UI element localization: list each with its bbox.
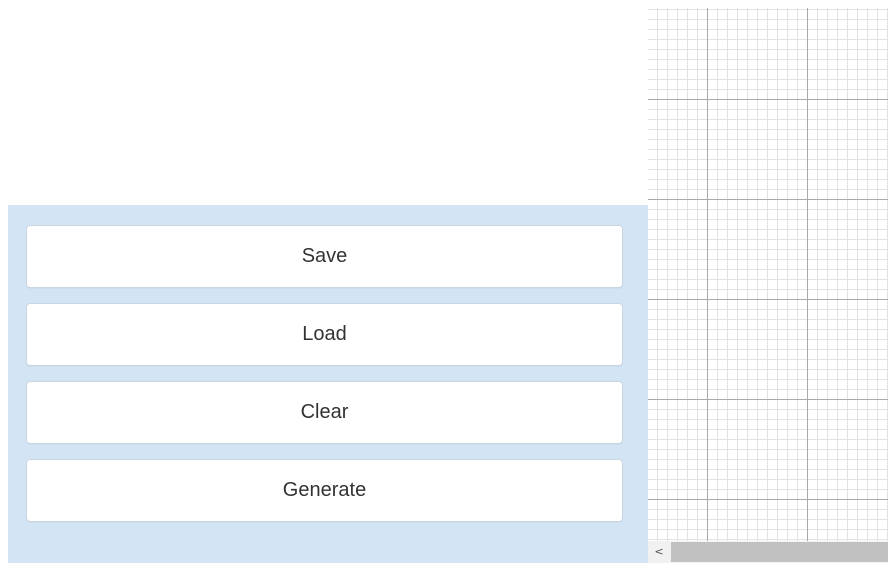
horizontal-scrollbar[interactable]: <: [648, 541, 888, 563]
generate-button[interactable]: Generate: [26, 459, 623, 522]
scrollbar-thumb[interactable]: [671, 542, 888, 562]
chevron-left-icon[interactable]: <: [648, 541, 670, 563]
button-panel: Save Load Clear Generate: [8, 205, 648, 563]
load-button[interactable]: Load: [26, 303, 623, 366]
clear-button[interactable]: Clear: [26, 381, 623, 444]
save-button[interactable]: Save: [26, 225, 623, 288]
app-page: < Save Load Clear Generate: [0, 0, 888, 563]
grid-canvas[interactable]: [648, 8, 888, 541]
